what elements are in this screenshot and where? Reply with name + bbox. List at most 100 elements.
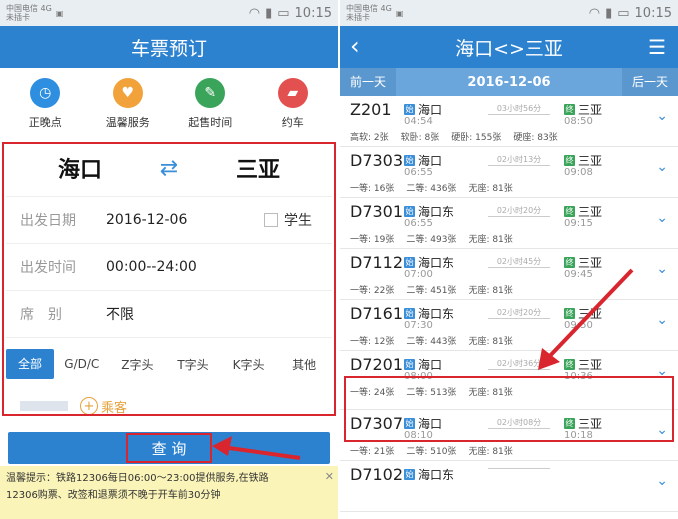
status-bar: 中国电信 4G 未插卡 ▣ ◠ ▮ ▭ 10:15 <box>340 0 678 26</box>
start-badge: 始 <box>404 308 415 319</box>
start-badge: 始 <box>404 257 415 268</box>
chevron-down-icon[interactable]: ⌄ <box>656 473 668 489</box>
seat-availability: 一等: 16张 二等: 436张 无座: 81张 <box>350 181 513 194</box>
end-badge: 终 <box>564 206 575 217</box>
close-icon[interactable]: ✕ <box>325 468 334 485</box>
carrier-line2: 未插卡 <box>6 13 30 22</box>
gallery-icon: ▣ <box>395 8 404 18</box>
carrier-line1: 中国电信 4G <box>346 4 392 13</box>
train-row[interactable]: D7102 始海口东 ⌄ <box>340 461 678 512</box>
carrier-line2: 未插卡 <box>346 13 370 22</box>
app-bar: ‹ 海口<>三亚 ☰ <box>340 26 678 68</box>
seat-count: 一等: 19张 <box>350 235 395 245</box>
back-icon[interactable]: ‹ <box>350 32 360 60</box>
start-badge: 始 <box>404 206 415 217</box>
train-list: Z201 始海口 04:54 03小时56分终三亚 08:50 高软: 2张 软卧: 8张硬… <box>340 96 678 512</box>
duration: 02小时13分 <box>488 154 550 166</box>
seat-count: 硬卧: 155张 <box>451 133 502 143</box>
duration: 02小时20分 <box>488 205 550 217</box>
chevron-down-icon[interactable]: ⌄ <box>656 261 668 277</box>
seat-count: 无座: 81张 <box>468 337 513 347</box>
signal-icon: ▮ <box>265 5 273 21</box>
duration: 02小时20分 <box>488 307 550 319</box>
seat-count: 一等: 12张 <box>350 337 395 347</box>
seat-count: 二等: 436张 <box>406 184 457 194</box>
seat-count: 一等: 22张 <box>350 286 395 296</box>
seat-count: 一等: 16张 <box>350 184 395 194</box>
tips-line1: 温馨提示：铁路12306每日06:00～23:00提供服务,在铁路 <box>6 473 269 484</box>
duration: 03小时56分 <box>488 103 550 115</box>
query-highlight-box <box>126 433 212 463</box>
train-row[interactable]: D7161 始海口东 07:30 02小时20分终三亚 09:50 一等: 12张 二等: … <box>340 300 678 351</box>
train-number: D7303 <box>350 151 404 170</box>
chevron-down-icon[interactable]: ⌄ <box>656 159 668 175</box>
end-badge: 终 <box>564 308 575 319</box>
seat-count: 软卧: 8张 <box>400 133 440 143</box>
depart-time: 06:55 <box>404 218 433 229</box>
shortcut-sale-time[interactable]: ✎ 起售时间 <box>170 78 250 134</box>
train-number: D7112 <box>350 253 404 272</box>
prev-day-button[interactable]: 前一天 <box>340 68 397 96</box>
carrier-line1: 中国电信 4G <box>6 4 52 13</box>
from-station: 始海口东 <box>404 466 454 483</box>
end-badge: 终 <box>564 257 575 268</box>
shortcut-bar: ◷ 正晚点 ♥ 温馨服务 ✎ 起售时间 ▰ 约车 <box>0 68 338 138</box>
shortcut-label: 起售时间 <box>188 116 233 129</box>
seat-availability: 一等: 12张 二等: 443张 无座: 81张 <box>350 334 513 347</box>
clock-time: 10:15 <box>634 5 672 21</box>
next-day-button[interactable]: 后一天 <box>621 68 678 96</box>
seat-count: 无座: 81张 <box>468 235 513 245</box>
ticket-time-icon: ✎ <box>195 78 226 108</box>
depart-time: 04:54 <box>404 116 433 127</box>
seat-count: 二等: 451张 <box>406 286 457 296</box>
chevron-down-icon[interactable]: ⌄ <box>656 210 668 226</box>
shortcut-delay-status[interactable]: ◷ 正晚点 <box>5 78 85 134</box>
duration: 02小时45分 <box>488 256 550 268</box>
arrive-time: 08:50 <box>564 116 593 127</box>
tips-line2: 12306购票、改签和退票须不晚于开车前30分钟 <box>6 490 221 501</box>
train-number: D7102 <box>350 465 404 484</box>
service-icon: ♥ <box>112 78 143 108</box>
start-badge: 始 <box>404 469 415 480</box>
arrive-time: 09:45 <box>564 269 593 280</box>
car-icon: ▰ <box>277 78 308 108</box>
shortcut-label: 正晚点 <box>28 116 62 129</box>
train-row[interactable]: Z201 始海口 04:54 03小时56分终三亚 08:50 高软: 2张 软卧: 8张硬… <box>340 96 678 147</box>
menu-icon[interactable]: ☰ <box>648 35 666 59</box>
depart-time: 07:30 <box>404 320 433 331</box>
seat-availability: 一等: 19张 二等: 493张 无座: 81张 <box>350 232 513 245</box>
train-row[interactable]: D7303 始海口 06:55 02小时13分终三亚 09:08 一等: 16张 二等: 4… <box>340 147 678 198</box>
shortcut-car[interactable]: ▰ 约车 <box>253 78 333 134</box>
clock-time: 10:15 <box>294 5 332 21</box>
page-title: 海口<>三亚 <box>455 37 563 60</box>
seat-count: 高软: 2张 <box>350 133 389 143</box>
train-highlight-box <box>344 376 674 442</box>
train-row[interactable]: D7112 始海口东 07:00 02小时45分终三亚 09:45 一等: 22张 二等: … <box>340 249 678 300</box>
duration: 02小时36分 <box>488 358 550 370</box>
seat-count: 二等: 510张 <box>406 447 457 457</box>
train-number: D7301 <box>350 202 404 221</box>
seat-count: 无座: 81张 <box>468 447 513 457</box>
end-badge: 终 <box>564 155 575 166</box>
train-number: Z201 <box>350 100 392 119</box>
train-row[interactable]: D7301 始海口东 06:55 02小时20分终三亚 09:15 一等: 19张 二等: … <box>340 198 678 249</box>
end-badge: 终 <box>564 104 575 115</box>
seat-availability: 高软: 2张 软卧: 8张 硬卧: 155张 硬座: 83张 <box>350 130 558 143</box>
chevron-down-icon[interactable]: ⌄ <box>656 108 668 124</box>
tips-banner: ✕ 温馨提示：铁路12306每日06:00～23:00提供服务,在铁路 1230… <box>0 466 338 519</box>
train-number: D7161 <box>350 304 404 323</box>
wifi-icon: ◠ <box>248 5 261 21</box>
status-bar: 中国电信 4G 未插卡 ▣ ◠ ▮ ▭ 10:15 <box>0 0 338 26</box>
end-badge: 终 <box>564 359 575 370</box>
seat-count: 无座: 81张 <box>468 184 513 194</box>
train-number: D7201 <box>350 355 404 374</box>
seat-count: 二等: 493张 <box>406 235 457 245</box>
depart-time: 06:55 <box>404 167 433 178</box>
start-badge: 始 <box>404 359 415 370</box>
booking-screen: 中国电信 4G 未插卡 ▣ ◠ ▮ ▭ 10:15 车票预订 ◷ 正晚点 ♥ 温… <box>0 0 338 519</box>
shortcut-service[interactable]: ♥ 温馨服务 <box>88 78 168 134</box>
chevron-down-icon[interactable]: ⌄ <box>656 312 668 328</box>
shortcut-label: 温馨服务 <box>105 116 150 129</box>
duration <box>488 468 550 469</box>
results-screen: 中国电信 4G 未插卡 ▣ ◠ ▮ ▭ 10:15 ‹ 海口<>三亚 ☰ 前一天… <box>340 0 678 519</box>
